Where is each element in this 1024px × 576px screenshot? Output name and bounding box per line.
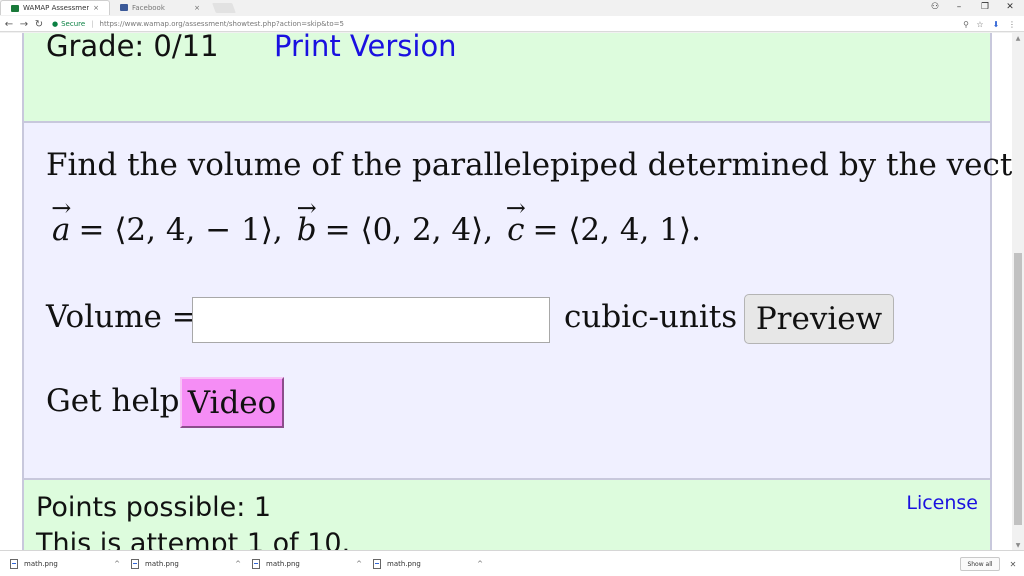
attempt-count: This is attempt 1 of 10. [36,528,351,550]
download-item[interactable]: math.png ^ [252,556,362,572]
lock-icon: ● [52,19,59,28]
print-version-link[interactable]: Print Version [274,33,457,63]
wamap-favicon-icon [11,4,19,12]
chevron-up-icon[interactable]: ^ [235,560,241,568]
download-item[interactable]: math.png ^ [131,556,241,572]
units-label: cubic-units [564,299,738,335]
download-filename: math.png [24,560,58,568]
url-text[interactable]: https://www.wamap.org/assessment/showtes… [100,20,344,28]
tab-label: WAMAP Assessment [23,4,90,12]
browser-toolbar: ← → ↻ ● Secure | https://www.wamap.org/a… [0,16,1024,32]
grade-text: Grade: 0/11 [46,33,219,63]
vector-b: → b [291,194,323,248]
close-downloads-icon[interactable]: ✕ [1006,557,1020,571]
vectors-expression: → a = ⟨2, 4, − 1⟩, → b = ⟨0, 2, 4⟩, → c … [46,188,701,248]
address-divider: | [91,19,94,28]
bookmark-star-icon[interactable]: ☆ [974,17,986,31]
download-filename: math.png [266,560,300,568]
preview-button[interactable]: Preview [744,294,894,344]
facebook-favicon-icon [120,4,128,11]
zoom-icon[interactable]: ⚲ [960,17,972,31]
volume-label: Volume = [46,299,198,335]
license-link[interactable]: License [906,492,978,514]
forward-icon[interactable]: → [18,17,30,31]
download-item[interactable]: math.png ^ [373,556,483,572]
vector-arrow-icon: → [505,194,526,222]
maximize-button[interactable]: ❐ [974,0,996,14]
file-icon [252,559,260,569]
tab-close-icon[interactable]: × [93,4,99,12]
chevron-up-icon[interactable]: ^ [477,560,483,568]
page-viewport: Grade: 0/11 Print Version Find the volum… [0,33,1012,550]
tab-strip: WAMAP Assessment × Facebook × ⚇ – ❐ ✕ [0,0,1024,16]
tab-close-icon[interactable]: × [194,4,200,12]
secure-label: Secure [61,19,86,28]
download-filename: math.png [387,560,421,568]
points-possible: Points possible: 1 [36,492,272,523]
file-icon [373,559,381,569]
vector-arrow-icon: → [296,194,317,222]
download-item[interactable]: math.png ^ [10,556,120,572]
vector-a: → a [46,194,76,248]
scroll-up-icon[interactable]: ▲ [1012,33,1024,43]
scrollbar-thumb[interactable] [1014,253,1022,525]
new-tab-button[interactable] [212,3,236,13]
back-icon[interactable]: ← [3,17,15,31]
menu-icon[interactable]: ⋮ [1006,17,1018,31]
tab-facebook[interactable]: Facebook × [110,0,210,15]
volume-answer-input[interactable] [192,297,550,343]
vector-b-value: = ⟨0, 2, 4⟩, [324,212,494,248]
tab-wamap-assessment[interactable]: WAMAP Assessment × [0,0,110,15]
address-bar[interactable]: ● Secure | https://www.wamap.org/assessm… [52,17,994,30]
extension-icon[interactable]: ⬇ [990,17,1002,31]
download-filename: math.png [145,560,179,568]
chevron-up-icon[interactable]: ^ [356,560,362,568]
downloads-bar: math.png ^ math.png ^ math.png ^ math.pn… [0,550,1024,576]
show-all-downloads-button[interactable]: Show all [960,557,1000,571]
question-prompt: Find the volume of the parallelepiped de… [46,147,1012,183]
scroll-down-icon[interactable]: ▼ [1012,540,1024,550]
video-help-button[interactable]: Video [180,377,284,428]
question-panel: Find the volume of the parallelepiped de… [22,121,1012,481]
minimize-button[interactable]: – [948,0,970,14]
grade-header: Grade: 0/11 Print Version [22,33,992,123]
get-help-label: Get help: [46,383,190,419]
file-icon [131,559,139,569]
page-scrollbar[interactable]: ▲ ▼ [1012,33,1024,550]
vector-arrow-icon: → [51,194,72,222]
account-icon[interactable]: ⚇ [924,0,946,14]
file-icon [10,559,18,569]
vector-a-value: = ⟨2, 4, − 1⟩, [78,212,283,248]
attempt-info-panel: Points possible: 1 This is attempt 1 of … [22,478,992,550]
reload-icon[interactable]: ↻ [33,17,45,31]
vector-c: → c [501,194,530,248]
vector-c-value: = ⟨2, 4, 1⟩. [532,212,701,248]
chevron-up-icon[interactable]: ^ [114,560,120,568]
close-window-button[interactable]: ✕ [999,0,1021,14]
tab-label: Facebook [132,3,165,12]
